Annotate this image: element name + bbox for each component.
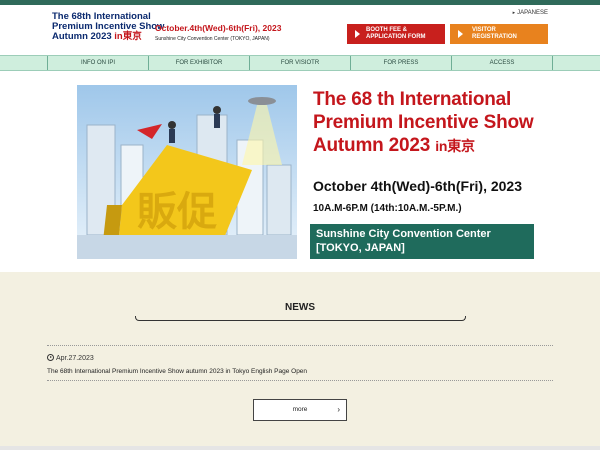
- hero-venue-box: Sunshine City Convention Center [TOKYO, …: [310, 224, 534, 259]
- nav-item-for-exhibitor[interactable]: FOR EXHIBITOR: [149, 56, 250, 70]
- triangle-right-icon: ▸: [512, 10, 516, 16]
- hero-title: The 68 th International Premium Incentiv…: [313, 88, 534, 158]
- visitor-button-line-2: REGISTRATION: [472, 34, 517, 40]
- news-heading: NEWS: [285, 302, 315, 313]
- logo-in-tokyo: in東京: [114, 31, 142, 42]
- header-event-info: October.4th(Wed)-6th(Fri), 2023 Sunshine…: [155, 23, 281, 43]
- more-label: more: [292, 406, 308, 413]
- hero-illustration: 販促: [77, 85, 297, 259]
- hero-time: 10A.M-6P.M (14th:10A.M.-5P.M.): [313, 203, 462, 214]
- hero-title-year: Autumn 2023: [313, 135, 431, 156]
- chevron-right-icon: ›: [337, 405, 340, 414]
- hero-venue-line-1: Sunshine City Convention Center: [316, 228, 491, 240]
- news-date-text: Apr.27.2023: [56, 355, 94, 362]
- nav-item-info-on-ipi[interactable]: INFO ON IPI: [48, 56, 149, 70]
- language-switch-link[interactable]: ▸ JAPANESE: [513, 10, 548, 16]
- news-item-date: Apr.27.2023: [47, 353, 94, 362]
- nav-item-access[interactable]: ACCESS: [452, 56, 553, 70]
- news-divider: [47, 380, 553, 381]
- header-venue: Sunshine City Convention Center (TOKYO, …: [155, 36, 270, 42]
- nav-item-for-visitor[interactable]: FOR VISIOTR: [250, 56, 351, 70]
- site-logo[interactable]: The 68th International Premium Incentive…: [52, 12, 164, 42]
- footer-strip: [0, 446, 600, 450]
- hero-title-line-2: Premium Incentive Show: [313, 112, 534, 133]
- circle-arrow-icon: [47, 354, 54, 361]
- hero-venue-line-2: [TOKYO, JAPAN]: [316, 242, 405, 254]
- logo-line-3: Autumn 2023 in東京: [52, 32, 164, 42]
- language-label: JAPANESE: [517, 10, 548, 16]
- news-heading-underline: [135, 316, 466, 321]
- logo-year: Autumn 2023: [52, 31, 112, 42]
- play-arrow-icon: [458, 30, 463, 38]
- main-nav-items: INFO ON IPI FOR EXHIBITOR FOR VISIOTR FO…: [47, 56, 553, 70]
- news-item-link[interactable]: The 68th International Premium Incentive…: [47, 368, 307, 375]
- hero-banner: 販促 The 68 th International Premium Incen…: [0, 72, 600, 272]
- booth-button-line-2: APPLICATION FORM: [366, 34, 426, 40]
- booth-button-line-1: BOOTH FEE &: [366, 27, 408, 33]
- visitor-registration-button[interactable]: VISITOR REGISTRATION: [450, 24, 548, 44]
- play-arrow-icon: [355, 30, 360, 38]
- main-nav: INFO ON IPI FOR EXHIBITOR FOR VISIOTR FO…: [0, 55, 600, 71]
- hero-title-in-tokyo: in東京: [435, 138, 475, 154]
- news-divider: [47, 345, 553, 346]
- hero-title-line-1: The 68 th International: [313, 89, 512, 110]
- news-section: NEWS Apr.27.2023 The 68th International …: [0, 272, 600, 450]
- header-date: October.4th(Wed)-6th(Fri), 2023: [155, 23, 282, 33]
- visitor-button-line-1: VISITOR: [472, 27, 496, 33]
- site-header: The 68th International Premium Incentive…: [0, 5, 600, 55]
- hero-title-line-3: Autumn 2023 in東京: [313, 134, 534, 158]
- news-more-button[interactable]: more ›: [253, 399, 347, 421]
- nav-item-for-press[interactable]: FOR PRESS: [351, 56, 452, 70]
- city-illustration: 販促: [77, 85, 297, 259]
- hero-date: October 4th(Wed)-6th(Fri), 2023: [313, 178, 522, 194]
- illustration-kanji: 販促: [137, 189, 217, 235]
- booth-fee-application-button[interactable]: BOOTH FEE & APPLICATION FORM: [347, 24, 445, 44]
